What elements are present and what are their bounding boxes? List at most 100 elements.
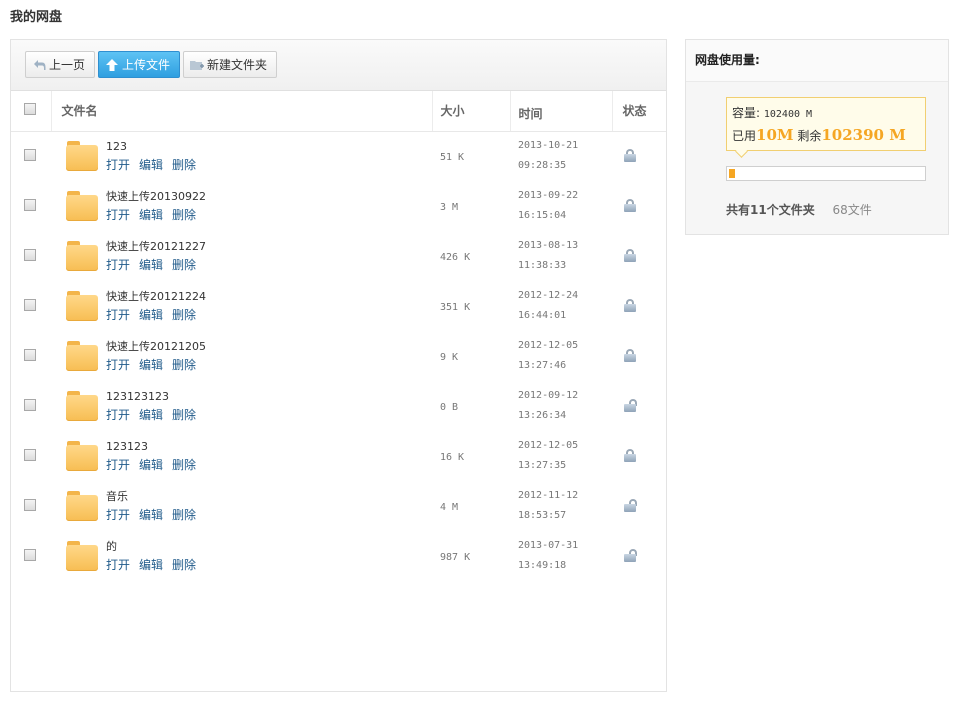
lock-icon[interactable] <box>624 448 636 462</box>
folder-icon[interactable] <box>66 491 98 521</box>
delete-link[interactable]: 删除 <box>172 258 196 272</box>
edit-link[interactable]: 编辑 <box>139 458 163 472</box>
file-name[interactable]: 音乐 <box>106 488 205 506</box>
status-cell <box>612 531 666 581</box>
upload-button[interactable]: 上传文件 <box>98 51 180 78</box>
table-row[interactable]: 快速上传20121224 打开 编辑 删除 351 K 2012-12-24 16:44:0… <box>11 281 666 331</box>
lock-icon[interactable] <box>624 248 636 262</box>
row-actions: 打开 编辑 删除 <box>106 556 205 574</box>
file-name[interactable]: 快速上传20121227 <box>106 238 206 256</box>
table-row[interactable]: 音乐 打开 编辑 删除 4 M 2012-11-12 18:53:57 <box>11 481 666 531</box>
header-size[interactable]: 大小 <box>431 91 510 132</box>
status-cell <box>612 231 666 281</box>
header-name[interactable]: 文件名 <box>50 91 432 132</box>
new-folder-button[interactable]: 新建文件夹 <box>183 51 277 78</box>
status-cell <box>612 481 666 531</box>
page-title: 我的网盘 <box>10 10 63 25</box>
size-cell: 0 B <box>432 381 510 431</box>
unlocked-icon[interactable] <box>624 498 637 512</box>
file-name[interactable]: 的 <box>106 538 205 556</box>
folder-icon[interactable] <box>66 291 98 321</box>
lock-icon[interactable] <box>624 198 636 212</box>
delete-link[interactable]: 删除 <box>172 558 196 572</box>
file-size: 16 K <box>440 452 465 463</box>
row-check-cell <box>11 231 51 281</box>
folder-icon[interactable] <box>66 241 98 271</box>
delete-link[interactable]: 删除 <box>172 408 196 422</box>
lock-icon[interactable] <box>624 298 636 312</box>
file-name[interactable]: 快速上传20130922 <box>106 188 206 206</box>
size-cell: 9 K <box>432 331 510 381</box>
folder-icon[interactable] <box>66 141 98 172</box>
capacity-line: 容量: 102400 M <box>732 104 920 124</box>
row-checkbox[interactable] <box>24 398 36 411</box>
row-checkbox[interactable] <box>24 348 36 361</box>
row-checkbox[interactable] <box>24 448 36 461</box>
folder-icon[interactable] <box>66 391 98 421</box>
open-link[interactable]: 打开 <box>106 408 130 422</box>
table-row[interactable]: 123123123 打开 编辑 删除 0 B 2012-09-12 13:26:34 <box>11 381 666 431</box>
lock-icon[interactable] <box>624 348 636 362</box>
folder-icon[interactable] <box>66 441 98 471</box>
new-folder-icon <box>190 58 204 72</box>
size-cell: 16 K <box>432 431 510 481</box>
table-row[interactable]: 123123 打开 编辑 删除 16 K 2012-12-05 13:27:35 <box>11 431 666 481</box>
folder-icon[interactable] <box>66 341 98 371</box>
file-name[interactable]: 快速上传20121224 <box>106 288 206 306</box>
file-name[interactable]: 123123 <box>106 438 205 456</box>
file-name[interactable]: 123123123 <box>106 388 205 406</box>
edit-link[interactable]: 编辑 <box>139 208 163 222</box>
edit-link[interactable]: 编辑 <box>139 508 163 522</box>
delete-link[interactable]: 删除 <box>172 508 196 522</box>
select-all-checkbox[interactable] <box>24 103 36 116</box>
row-checkbox[interactable] <box>24 548 36 561</box>
table-row[interactable]: 快速上传20130922 打开 编辑 删除 3 M 2013-09-22 16:15:04 <box>11 181 666 231</box>
modified-date: 2013-09-22 <box>518 190 579 201</box>
time-cell: 2013-10-21 09:28:35 <box>510 131 612 181</box>
table-row[interactable]: 123 打开 编辑 删除 51 K 2013-10-21 09:28:35 <box>11 131 666 181</box>
row-checkbox[interactable] <box>24 148 36 161</box>
time-cell: 2012-12-24 16:44:01 <box>510 281 612 331</box>
row-checkbox[interactable] <box>24 498 36 511</box>
folder-icon[interactable] <box>66 541 98 571</box>
edit-link[interactable]: 编辑 <box>139 308 163 322</box>
table-row[interactable]: 快速上传20121227 打开 编辑 删除 426 K 2013-08-13 11:38:3… <box>11 231 666 281</box>
lock-icon[interactable] <box>624 148 636 162</box>
edit-link[interactable]: 编辑 <box>139 258 163 272</box>
time-cell: 2013-07-31 13:49:18 <box>510 531 612 581</box>
file-size: 3 M <box>440 202 459 213</box>
back-button[interactable]: 上一页 <box>25 51 95 78</box>
delete-link[interactable]: 删除 <box>172 358 196 372</box>
open-link[interactable]: 打开 <box>106 258 130 272</box>
edit-link[interactable]: 编辑 <box>139 158 163 172</box>
delete-link[interactable]: 删除 <box>172 458 196 472</box>
unlocked-icon[interactable] <box>624 398 637 412</box>
select-all-cell <box>11 91 51 132</box>
open-link[interactable]: 打开 <box>106 158 130 172</box>
delete-link[interactable]: 删除 <box>172 208 196 222</box>
row-checkbox[interactable] <box>24 248 36 261</box>
row-check-cell <box>11 281 51 331</box>
table-row[interactable]: 的打开 编辑 删除 987 K 2013-07-31 13:49:18 <box>11 531 666 581</box>
delete-link[interactable]: 删除 <box>172 158 196 172</box>
open-link[interactable]: 打开 <box>106 308 130 322</box>
edit-link[interactable]: 编辑 <box>139 408 163 422</box>
header-time[interactable]: 时间 <box>509 91 612 132</box>
file-name[interactable]: 快速上传20121205 <box>106 338 206 356</box>
open-link[interactable]: 打开 <box>106 358 130 372</box>
row-checkbox[interactable] <box>24 198 36 211</box>
open-link[interactable]: 打开 <box>106 508 130 522</box>
open-link[interactable]: 打开 <box>106 208 130 222</box>
edit-link[interactable]: 编辑 <box>139 358 163 372</box>
row-checkbox[interactable] <box>24 298 36 311</box>
open-link[interactable]: 打开 <box>106 558 130 572</box>
file-table: 文件名 大小 时间 状态 123 打开 编辑 删除 51 K 2013-10-21 09:2… <box>11 91 666 581</box>
modified-date: 2012-12-24 <box>518 290 579 301</box>
delete-link[interactable]: 删除 <box>172 308 196 322</box>
edit-link[interactable]: 编辑 <box>139 558 163 572</box>
folder-icon[interactable] <box>66 191 98 221</box>
file-name[interactable]: 123 <box>106 138 205 156</box>
unlocked-icon[interactable] <box>624 548 637 562</box>
open-link[interactable]: 打开 <box>106 458 130 472</box>
table-row[interactable]: 快速上传20121205 打开 编辑 删除 9 K 2012-12-05 13:27:46 <box>11 331 666 381</box>
